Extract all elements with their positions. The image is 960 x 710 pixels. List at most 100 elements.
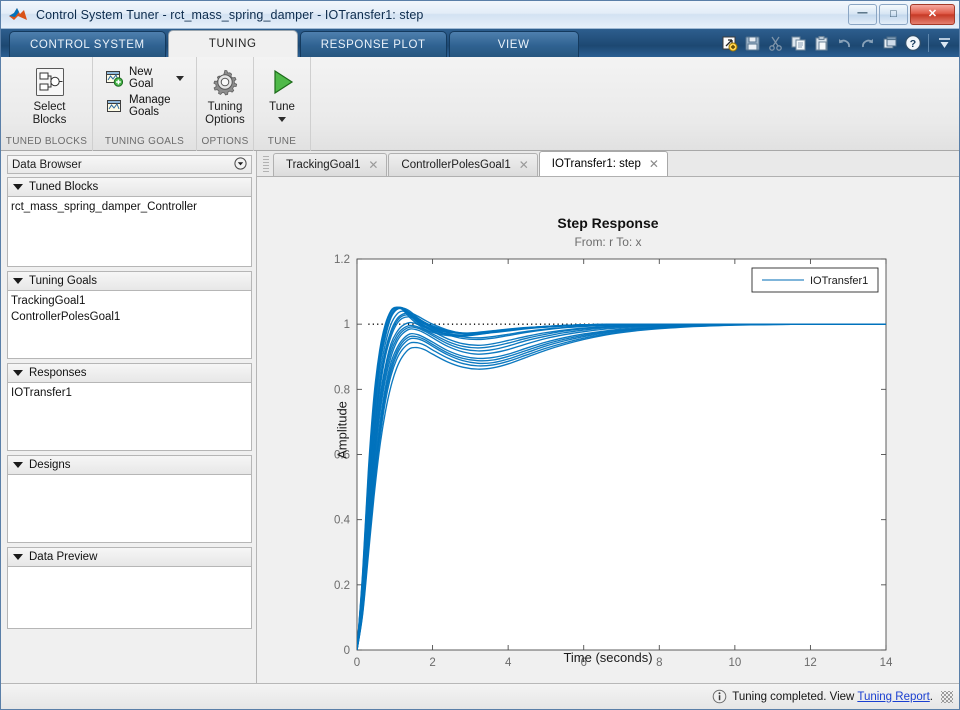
ribbon-group-label: TUNING GOALS bbox=[104, 136, 185, 147]
plot-tab-trackinggoal1[interactable]: TrackingGoal1 ✕ bbox=[273, 153, 388, 176]
section-header[interactable]: Tuning Goals bbox=[7, 271, 252, 291]
collapse-ribbon-icon[interactable] bbox=[933, 32, 955, 54]
close-button[interactable]: ✕ bbox=[910, 4, 955, 25]
ribbon-group-options: Tuning Options OPTIONS bbox=[197, 57, 254, 151]
status-text-after: . bbox=[929, 690, 933, 703]
quick-access-toolbar: ? bbox=[718, 31, 955, 55]
tuning-report-link[interactable]: Tuning Report bbox=[857, 691, 929, 703]
ribbon-group-tuning-goals: New Goal Manage Goals TUNING GOALS bbox=[93, 57, 197, 151]
new-goal-icon bbox=[105, 69, 123, 87]
section-designs: Designs bbox=[7, 455, 252, 543]
new-goal-label: New Goal bbox=[129, 66, 154, 90]
tab-control-system[interactable]: CONTROL SYSTEM bbox=[9, 31, 166, 57]
tuning-goals-list[interactable]: TrackingGoal1 ControllerPolesGoal1 bbox=[7, 291, 252, 359]
chevron-down-icon[interactable] bbox=[278, 117, 286, 122]
triangle-down-icon bbox=[13, 184, 23, 190]
close-icon[interactable]: ✕ bbox=[649, 158, 659, 170]
window-title: Control System Tuner - rct_mass_spring_d… bbox=[36, 7, 424, 22]
triangle-down-icon bbox=[13, 370, 23, 376]
ribbon-tab-strip: CONTROL SYSTEM TUNING RESPONSE PLOT VIEW bbox=[1, 29, 959, 57]
section-header[interactable]: Designs bbox=[7, 455, 252, 475]
list-item[interactable]: rct_mass_spring_damper_Controller bbox=[11, 199, 248, 215]
section-title: Designs bbox=[29, 459, 71, 471]
select-blocks-icon bbox=[34, 65, 66, 99]
plot-tab-strip: TrackingGoal1 ✕ ControllerPolesGoal1 ✕ I… bbox=[257, 151, 959, 177]
tune-label: Tune bbox=[269, 101, 295, 113]
list-item[interactable]: TrackingGoal1 bbox=[11, 293, 248, 309]
section-tuned-blocks: Tuned Blocks rct_mass_spring_damper_Cont… bbox=[7, 177, 252, 267]
tuned-blocks-list[interactable]: rct_mass_spring_damper_Controller bbox=[7, 197, 252, 267]
chevron-down-circle-icon[interactable] bbox=[234, 156, 247, 173]
manage-goals-button[interactable]: Manage Goals bbox=[99, 92, 190, 120]
ribbon-group-label: TUNE bbox=[267, 136, 297, 147]
step-response-plot[interactable]: Step Response From: r To: x 0 2 4 6 8 10 12 14 0… bbox=[257, 177, 959, 683]
copy-icon[interactable] bbox=[787, 32, 809, 54]
tuning-options-button[interactable]: Tuning Options bbox=[203, 61, 247, 127]
tab-view[interactable]: VIEW bbox=[448, 31, 579, 57]
designs-list[interactable] bbox=[7, 475, 252, 543]
select-blocks-label: Select Blocks bbox=[32, 101, 67, 126]
data-preview-list[interactable] bbox=[7, 567, 252, 629]
section-responses: Responses IOTransfer1 bbox=[7, 363, 252, 451]
triangle-down-icon bbox=[13, 278, 23, 284]
responses-list[interactable]: IOTransfer1 bbox=[7, 383, 252, 451]
list-item[interactable]: IOTransfer1 bbox=[11, 385, 248, 401]
tab-tuning[interactable]: TUNING bbox=[167, 30, 298, 57]
redo-icon[interactable] bbox=[856, 32, 878, 54]
tab-strip-grip[interactable] bbox=[263, 156, 269, 174]
svg-text:1.2: 1.2 bbox=[334, 254, 350, 266]
plot-tab-iotransfer1-step[interactable]: IOTransfer1: step ✕ bbox=[538, 151, 668, 176]
maximize-button[interactable]: □ bbox=[879, 4, 908, 25]
toolbar-separator bbox=[928, 34, 929, 52]
ribbon-group-label: TUNED BLOCKS bbox=[5, 136, 88, 147]
tuning-options-label: Tuning Options bbox=[205, 101, 245, 126]
status-bar: Tuning completed. View Tuning Report. bbox=[1, 683, 959, 709]
close-icon[interactable]: ✕ bbox=[519, 159, 529, 171]
tab-response-plot[interactable]: RESPONSE PLOT bbox=[299, 31, 447, 57]
close-icon: ✕ bbox=[927, 8, 938, 20]
section-title: Tuned Blocks bbox=[29, 181, 99, 193]
paste-icon[interactable] bbox=[810, 32, 832, 54]
y-axis-label: Amplitude bbox=[334, 401, 350, 459]
ribbon-group-tuned-blocks: Select Blocks TUNED BLOCKS bbox=[1, 57, 93, 151]
plot-tab-controllerpolesgoal1[interactable]: ControllerPolesGoal1 ✕ bbox=[388, 153, 538, 176]
svg-text:1: 1 bbox=[344, 319, 350, 331]
svg-text:?: ? bbox=[910, 38, 916, 50]
minimize-icon: ─ bbox=[857, 3, 868, 20]
section-tuning-goals: Tuning Goals TrackingGoal1 ControllerPol… bbox=[7, 271, 252, 359]
undo-icon[interactable] bbox=[833, 32, 855, 54]
ribbon-toolbar: Select Blocks TUNED BLOCKS New Goal Mana… bbox=[1, 57, 959, 151]
chart-axes: 0 2 4 6 8 10 12 14 0 0.2 0.4 0.6 0.8 1 1.2 IOTransfer1 bbox=[257, 177, 959, 683]
data-browser-title: Data Browser bbox=[12, 158, 82, 171]
play-icon bbox=[266, 65, 298, 99]
section-header[interactable]: Tuned Blocks bbox=[7, 177, 252, 197]
svg-text:IOTransfer1: IOTransfer1 bbox=[810, 275, 868, 287]
section-title: Tuning Goals bbox=[29, 275, 97, 287]
tab-label: ControllerPolesGoal1 bbox=[401, 159, 511, 171]
close-icon[interactable]: ✕ bbox=[368, 159, 378, 171]
matlab-icon bbox=[8, 5, 30, 25]
svg-text:0.2: 0.2 bbox=[334, 580, 350, 592]
list-item[interactable]: ControllerPolesGoal1 bbox=[11, 309, 248, 325]
section-title: Data Preview bbox=[29, 551, 98, 563]
save-icon[interactable] bbox=[741, 32, 763, 54]
svg-text:0.4: 0.4 bbox=[334, 515, 351, 527]
tune-button[interactable]: Tune bbox=[260, 61, 304, 122]
resize-grip[interactable] bbox=[941, 690, 953, 703]
new-icon[interactable] bbox=[718, 32, 740, 54]
ribbon-group-tune: Tune TUNE bbox=[254, 57, 311, 151]
minimize-button[interactable]: ─ bbox=[848, 4, 877, 25]
status-text-before: Tuning completed. View bbox=[732, 690, 858, 703]
new-goal-button[interactable]: New Goal bbox=[99, 64, 190, 92]
section-header[interactable]: Data Preview bbox=[7, 547, 252, 567]
select-blocks-button[interactable]: Select Blocks bbox=[13, 61, 86, 127]
svg-text:0.8: 0.8 bbox=[334, 384, 350, 396]
help-icon[interactable]: ? bbox=[902, 32, 924, 54]
windows-icon[interactable] bbox=[879, 32, 901, 54]
cut-icon[interactable] bbox=[764, 32, 786, 54]
section-header[interactable]: Responses bbox=[7, 363, 252, 383]
data-browser-panel: Data Browser Tuned Blocks rct_mass_sprin… bbox=[1, 151, 257, 683]
gear-icon bbox=[209, 65, 241, 99]
chevron-down-icon[interactable] bbox=[176, 75, 184, 81]
manage-goals-label: Manage Goals bbox=[129, 94, 171, 118]
